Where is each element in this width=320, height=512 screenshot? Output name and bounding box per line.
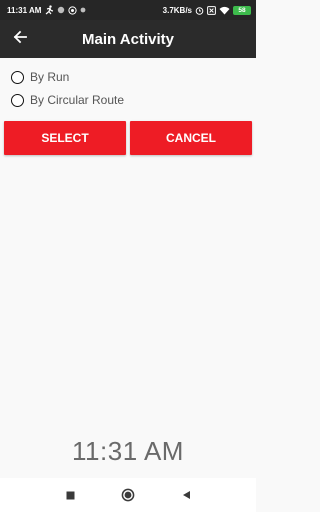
battery-icon: 58 — [233, 5, 251, 15]
radio-button[interactable] — [11, 70, 24, 84]
system-nav-bar — [0, 478, 256, 512]
dot-icon — [80, 7, 86, 13]
status-time: 11:31 AM — [7, 5, 42, 15]
cancel-button[interactable]: CANCEL — [130, 121, 252, 155]
alarm-icon — [195, 6, 204, 15]
network-speed: 3.7KB/s — [162, 5, 192, 15]
status-bar: 11:31 AM 3.7KB/s 58 — [0, 0, 256, 20]
arrow-left-icon — [13, 30, 27, 49]
wifi-icon — [219, 6, 230, 15]
recent-apps-icon[interactable] — [62, 487, 78, 503]
select-button[interactable]: SELECT — [4, 121, 126, 155]
location-icon — [68, 5, 77, 15]
radio-label: By Run — [30, 70, 70, 84]
status-bar-right: 3.7KB/s 58 — [162, 5, 251, 15]
dot-icon — [57, 6, 65, 14]
battery-level: 58 — [238, 6, 246, 14]
back-button[interactable] — [10, 29, 30, 49]
back-triangle-icon[interactable] — [178, 487, 194, 503]
clock-text: 11:31 AM — [72, 436, 184, 466]
status-bar-left: 11:31 AM — [7, 5, 86, 15]
app-bar: Main Activity — [0, 20, 256, 58]
route-option-group: By Run By Circular Route — [11, 66, 124, 112]
action-buttons: SELECT CANCEL — [4, 121, 252, 155]
radio-option-by-run[interactable]: By Run — [11, 66, 124, 88]
screen: 11:31 AM 3.7KB/s 58 Main Activity By Run… — [0, 0, 256, 512]
radio-option-by-circular-route[interactable]: By Circular Route — [11, 89, 124, 111]
radio-button[interactable] — [11, 93, 24, 107]
close-box-icon — [207, 5, 216, 15]
running-icon — [44, 5, 54, 15]
home-icon[interactable] — [120, 487, 136, 503]
page-title: Main Activity — [82, 30, 174, 48]
radio-label: By Circular Route — [30, 93, 125, 107]
